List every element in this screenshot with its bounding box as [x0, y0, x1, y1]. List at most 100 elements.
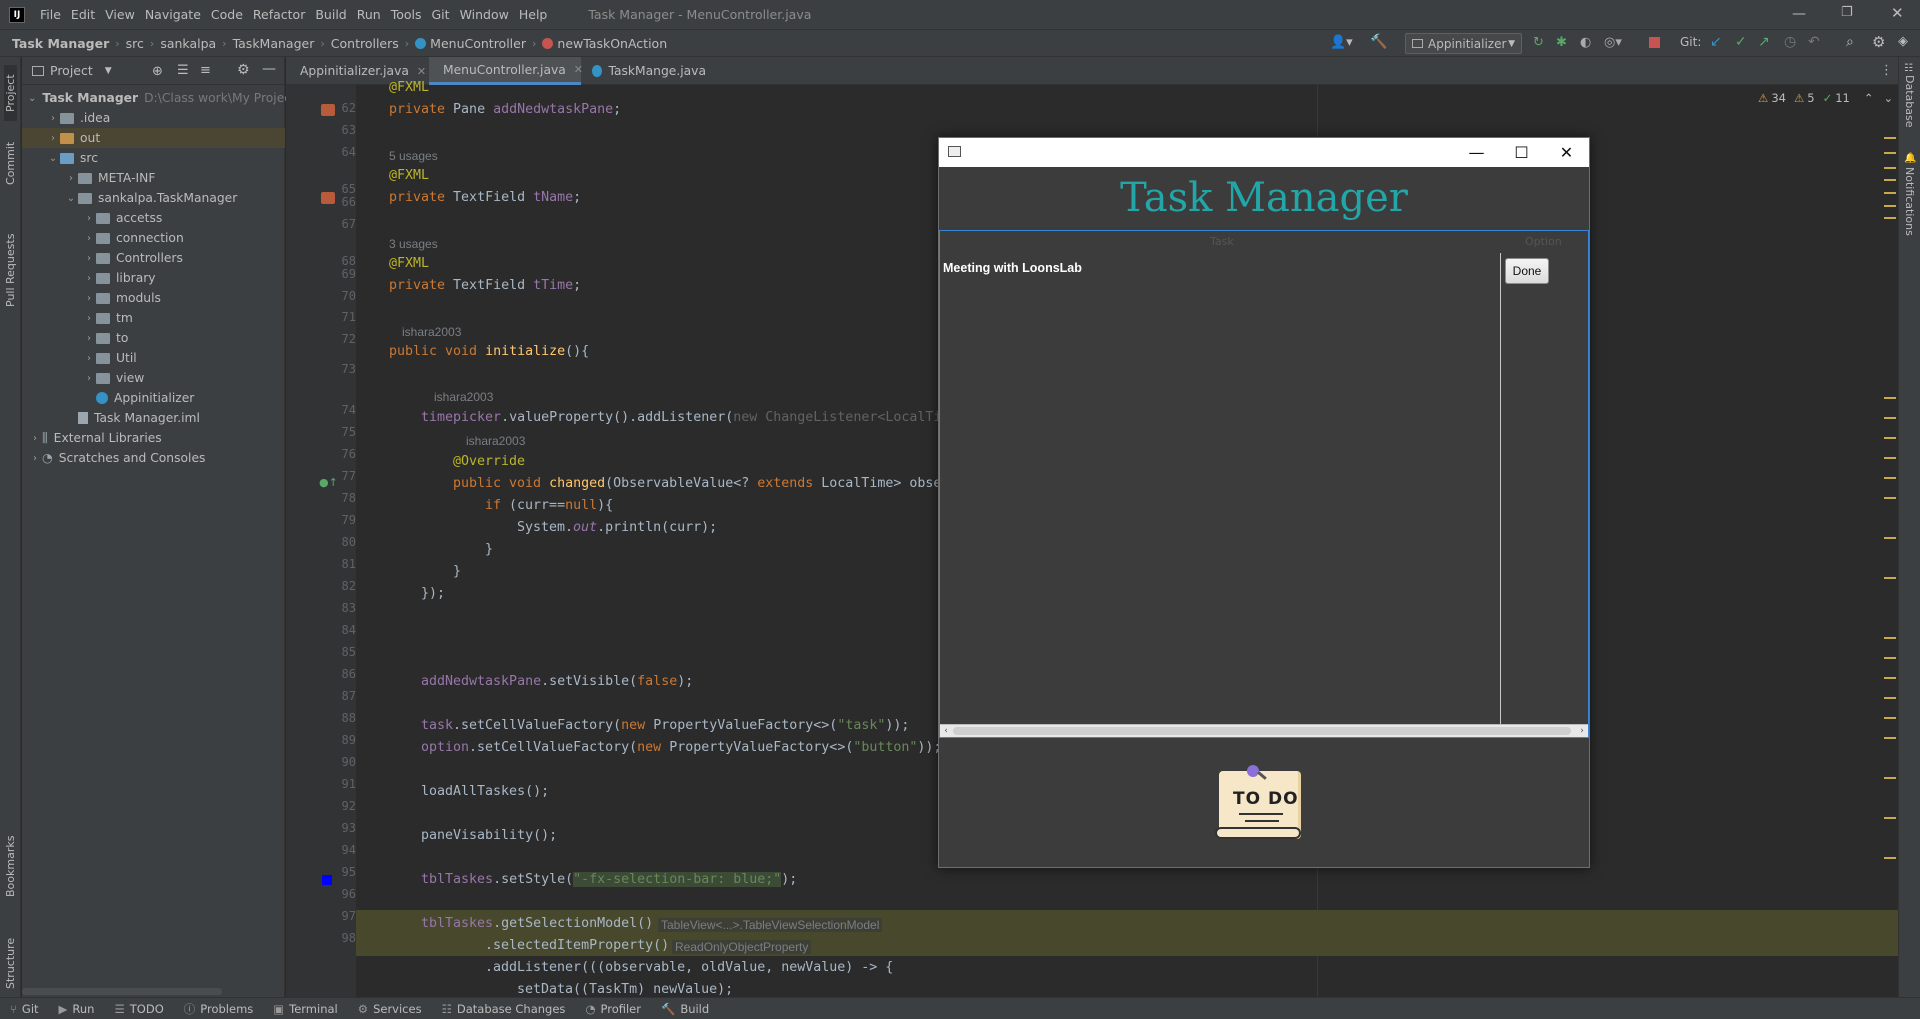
stripe-mark[interactable]	[1884, 217, 1896, 219]
rerun-icon[interactable]: ↻	[1533, 35, 1544, 50]
tree-item[interactable]: › ⫼ External Libraries	[22, 428, 285, 448]
debug-icon[interactable]: ✱	[1556, 35, 1567, 50]
tool-services[interactable]: ⚙ Services	[348, 1002, 432, 1016]
stripe-mark[interactable]	[1884, 179, 1896, 181]
stripe-mark[interactable]	[1884, 192, 1896, 194]
git-update-icon[interactable]: ↙	[1710, 34, 1722, 50]
stripe-mark[interactable]	[1884, 397, 1896, 399]
fx-maximize-icon[interactable]: ☐	[1499, 138, 1544, 167]
usages-hint-65[interactable]: 5 usages	[389, 149, 438, 163]
history-icon[interactable]: ◷	[1784, 34, 1796, 50]
author-hint-74[interactable]: ishara2003	[466, 434, 525, 448]
locate-icon[interactable]: ⊕	[152, 64, 163, 79]
tree-item[interactable]: › .idea	[22, 108, 285, 128]
tree-item[interactable]: › moduls	[22, 288, 285, 308]
fx-close-icon[interactable]: ✕	[1544, 138, 1589, 167]
stripe-mark[interactable]	[1884, 777, 1896, 779]
author-hint-73[interactable]: ishara2003	[434, 390, 493, 404]
chevron-right-icon[interactable]: ›	[82, 313, 96, 324]
breadcrumb-project[interactable]: Task Manager	[8, 36, 113, 51]
stripe-mark[interactable]	[1884, 697, 1896, 699]
stripe-mark[interactable]	[1884, 417, 1896, 419]
done-button[interactable]: Done	[1505, 258, 1549, 284]
chevron-down-icon[interactable]: ▼	[105, 66, 112, 76]
tree-item[interactable]: › view	[22, 368, 285, 388]
menu-file[interactable]: File	[35, 7, 66, 22]
chevron-right-icon[interactable]: ›	[64, 173, 78, 184]
tool-tab-commit[interactable]: Commit	[4, 135, 17, 185]
tool-tab-project[interactable]: Project	[4, 65, 17, 121]
column-header-option[interactable]: Option	[1525, 235, 1562, 248]
stripe-mark[interactable]	[1884, 857, 1896, 859]
chevron-down-icon[interactable]: ⌄	[28, 93, 36, 104]
tab-menucontroller[interactable]: MenuController.java ✕	[429, 57, 583, 85]
stripe-mark[interactable]	[1884, 457, 1896, 459]
menu-navigate[interactable]: Navigate	[140, 7, 206, 22]
stop-icon[interactable]	[1649, 37, 1660, 48]
stripe-mark[interactable]	[1884, 677, 1896, 679]
tree-item[interactable]: Appinitializer	[22, 388, 285, 408]
stripe-mark[interactable]	[1884, 737, 1896, 739]
chevron-right-icon[interactable]: ›	[46, 133, 60, 144]
project-panel-title[interactable]: Project	[50, 63, 93, 78]
menu-tools[interactable]: Tools	[386, 7, 427, 22]
tree-item[interactable]: › to	[22, 328, 285, 348]
tool-git[interactable]: ⑂ Git	[0, 1002, 49, 1016]
intellij-logo-icon[interactable]: IJ	[9, 6, 25, 23]
tool-todo[interactable]: ☰ TODO	[104, 1002, 173, 1016]
collapse-all-icon[interactable]: ≡	[200, 63, 211, 78]
tree-item[interactable]: › Util	[22, 348, 285, 368]
settings-icon[interactable]: ⚙	[1872, 33, 1885, 51]
scroll-thumb[interactable]	[953, 727, 1571, 735]
chevron-down-icon[interactable]: ⌄	[46, 153, 60, 164]
breadcrumb-src[interactable]: src	[122, 36, 148, 51]
menu-code[interactable]: Code	[206, 7, 248, 22]
column-header-task[interactable]: Task	[1210, 235, 1234, 248]
ide-logo-icon[interactable]: ◈	[1898, 34, 1908, 49]
menu-view[interactable]: View	[100, 7, 140, 22]
task-cell[interactable]: Meeting with LoonsLab	[943, 261, 1082, 275]
tool-database-changes[interactable]: ☷ Database Changes	[432, 1002, 576, 1016]
search-icon[interactable]: ⌕	[1846, 34, 1854, 50]
tree-item[interactable]: › META-INF	[22, 168, 285, 188]
tree-item[interactable]: ⌄ src	[22, 148, 285, 168]
tree-item[interactable]: › Controllers	[22, 248, 285, 268]
tree-item[interactable]: › accetss	[22, 208, 285, 228]
tool-tab-database[interactable]: Database	[1903, 75, 1916, 145]
menu-git[interactable]: Git	[427, 7, 455, 22]
close-tab-icon[interactable]: ✕	[574, 63, 583, 76]
tool-terminal[interactable]: ▣ Terminal	[263, 1002, 347, 1016]
chevron-up-icon[interactable]: ⌃	[1864, 91, 1874, 105]
breadcrumb-menucontroller[interactable]: MenuController	[426, 36, 530, 51]
menu-refactor[interactable]: Refactor	[248, 7, 310, 22]
chevron-right-icon[interactable]: ›	[82, 233, 96, 244]
stripe-mark[interactable]	[1884, 477, 1896, 479]
fx-minimize-icon[interactable]: —	[1454, 138, 1499, 167]
tree-item[interactable]: › out	[22, 128, 285, 148]
stripe-mark[interactable]	[1884, 167, 1896, 169]
stripe-mark[interactable]	[1884, 637, 1896, 639]
stripe-mark[interactable]	[1884, 497, 1896, 499]
author-hint-71[interactable]: ishara2003	[402, 325, 461, 339]
chevron-right-icon[interactable]: ›	[28, 433, 42, 444]
coverage-icon[interactable]: ◐	[1580, 35, 1591, 50]
tree-item[interactable]: › connection	[22, 228, 285, 248]
breadcrumb-taskmanager[interactable]: TaskManager	[229, 36, 319, 51]
tree-item[interactable]: ⌄ Task Manager D:\Class work\My Projects	[22, 88, 302, 108]
close-tab-icon[interactable]: ✕	[417, 65, 426, 78]
more-tabs-icon[interactable]: ⋮	[1880, 63, 1893, 78]
scroll-right-icon[interactable]: ›	[1576, 725, 1588, 737]
tree-item[interactable]: ⌄ sankalpa.TaskManager	[22, 188, 285, 208]
tree-item[interactable]: › tm	[22, 308, 285, 328]
expand-all-icon[interactable]: ☰	[177, 63, 189, 78]
chevron-right-icon[interactable]: ›	[82, 333, 96, 344]
tool-profiler[interactable]: ◔ Profiler	[575, 1002, 651, 1016]
table-horizontal-scrollbar[interactable]: ‹ ›	[940, 724, 1588, 737]
minimize-icon[interactable]: —	[1792, 6, 1806, 22]
tool-tab-structure[interactable]: Structure	[4, 919, 17, 989]
git-commit-icon[interactable]: ✓	[1735, 34, 1747, 50]
stripe-mark[interactable]	[1884, 152, 1896, 154]
stripe-mark[interactable]	[1884, 137, 1896, 139]
tool-tab-pull-requests[interactable]: Pull Requests	[4, 217, 17, 307]
breadcrumb-method[interactable]: newTaskOnAction	[553, 36, 671, 51]
